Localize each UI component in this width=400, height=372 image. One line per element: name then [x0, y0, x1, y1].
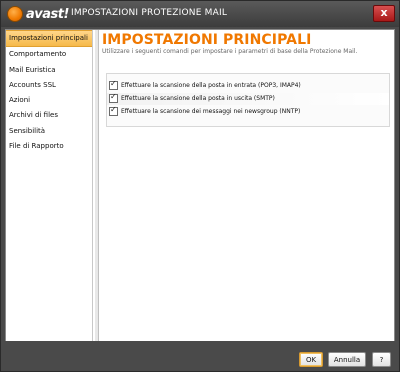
sidebar: Impostazioni principali Comportamento Ma… [6, 30, 93, 342]
sidebar-item-accounts-ssl[interactable]: Accounts SSL [6, 78, 92, 93]
close-icon: x [380, 6, 388, 19]
main-panel: IMPOSTAZIONI PRINCIPALI Utilizzare i seg… [100, 30, 392, 342]
page-title: IMPOSTAZIONI PRINCIPALI [102, 32, 312, 48]
settings-window: avast! IMPOSTAZIONI PROTEZIONE MAIL x Im… [0, 0, 400, 372]
close-button[interactable]: x [373, 5, 395, 22]
help-button[interactable]: ? [372, 352, 391, 367]
checkbox-scan-newsgroup[interactable] [109, 105, 118, 117]
option-scan-incoming[interactable]: Effettuare la scansione della posta in e… [107, 79, 389, 92]
sidebar-item-archivi-di-files[interactable]: Archivi di files [6, 108, 92, 123]
title-bar[interactable]: avast! IMPOSTAZIONI PROTEZIONE MAIL x [1, 1, 399, 27]
checkbox-scan-incoming[interactable] [109, 79, 118, 91]
checkbox-scan-outgoing[interactable] [109, 92, 118, 104]
page-description: Utilizzare i seguenti comandi per impost… [102, 48, 358, 55]
ok-button[interactable]: OK [299, 352, 323, 367]
dialog-body: Impostazioni principali Comportamento Ma… [5, 29, 395, 343]
option-scan-outgoing[interactable]: Effettuare la scansione della posta in u… [107, 92, 389, 105]
option-scan-newsgroup[interactable]: Effettuare la scansione dei messaggi nei… [107, 105, 389, 118]
option-label: Effettuare la scansione dei messaggi nei… [121, 108, 301, 116]
cancel-button[interactable]: Annulla [328, 352, 366, 367]
option-label: Effettuare la scansione della posta in e… [121, 82, 301, 90]
logo-text: avast! [26, 6, 69, 22]
footer: OK Annulla ? [1, 341, 399, 371]
avast-logo: avast! [7, 5, 69, 23]
avast-ball-icon [7, 6, 23, 22]
option-label: Effettuare la scansione della posta in u… [121, 95, 275, 103]
sidebar-item-azioni[interactable]: Azioni [6, 93, 92, 108]
sidebar-item-impostazioni-principali[interactable]: Impostazioni principali [6, 30, 92, 48]
sidebar-item-mail-euristica[interactable]: Mail Euristica [6, 63, 92, 78]
sidebar-divider [95, 30, 99, 342]
sidebar-item-sensibilita[interactable]: Sensibilità [6, 124, 92, 139]
sidebar-item-file-di-rapporto[interactable]: File di Rapporto [6, 139, 92, 154]
sidebar-item-comportamento[interactable]: Comportamento [6, 47, 92, 62]
options-group: Effettuare la scansione della posta in e… [106, 73, 390, 127]
window-title: IMPOSTAZIONI PROTEZIONE MAIL [71, 8, 228, 18]
